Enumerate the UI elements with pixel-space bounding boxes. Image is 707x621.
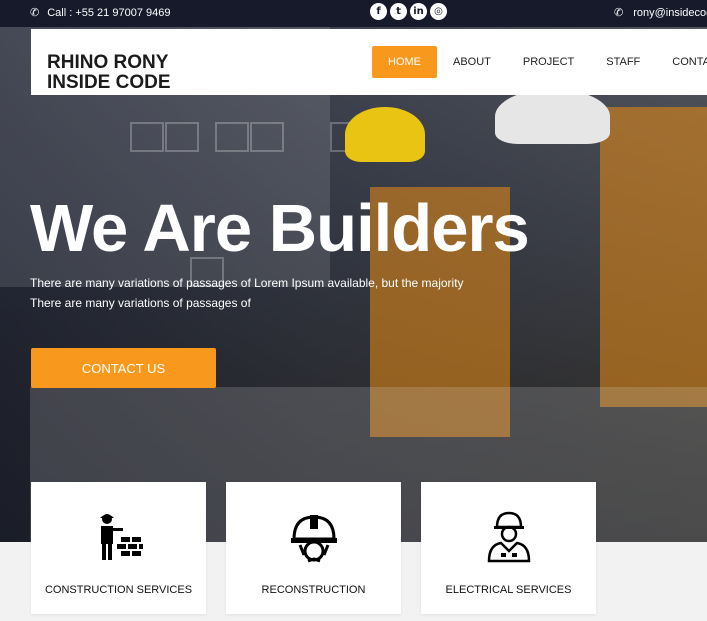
- phone-icon: ✆: [30, 7, 40, 19]
- phone-info: ✆ Call : +55 21 97007 9469: [30, 6, 171, 20]
- phone-number: Call : +55 21 97007 9469: [47, 6, 171, 19]
- nav-contact[interactable]: CONTACT: [656, 46, 707, 78]
- site-logo[interactable]: RHINO RONY INSIDE CODE: [47, 53, 171, 93]
- nav-project[interactable]: PROJECT: [507, 46, 590, 78]
- social-links: f t in ◎: [370, 3, 447, 20]
- facebook-icon[interactable]: f: [370, 3, 387, 20]
- email-info: ✆ rony@insidecode: [614, 6, 707, 20]
- logo-line-1: RHINO RONY: [47, 52, 169, 73]
- logo-line-2: INSIDE CODE: [47, 72, 171, 93]
- nav-about[interactable]: ABOUT: [437, 46, 507, 78]
- twitter-icon[interactable]: t: [390, 3, 407, 20]
- yellow-helmet: [345, 107, 425, 162]
- building-window: [250, 122, 284, 152]
- nav-staff[interactable]: STAFF: [590, 46, 656, 78]
- building-window: [165, 122, 199, 152]
- service-card-reconstruction[interactable]: RECONSTRUCTION: [226, 482, 401, 614]
- contact-us-button[interactable]: CONTACT US: [31, 348, 216, 388]
- hero-text-line-1: There are many variations of passages of…: [30, 276, 464, 290]
- instagram-icon[interactable]: ◎: [430, 3, 447, 20]
- email-address[interactable]: rony@insidecode: [633, 7, 707, 19]
- building-window: [215, 122, 249, 152]
- service-label: RECONSTRUCTION: [261, 584, 366, 596]
- site-header: RHINO RONY INSIDE CODE HOME ABOUT PROJEC…: [31, 29, 707, 95]
- linkedin-icon[interactable]: in: [410, 3, 427, 20]
- service-card-construction[interactable]: CONSTRUCTION SERVICES: [31, 482, 206, 614]
- service-label: CONSTRUCTION SERVICES: [44, 584, 193, 596]
- worker-bricks-icon: [91, 509, 147, 570]
- hero-text: There are many variations of passages of…: [30, 273, 464, 313]
- building-window: [130, 122, 164, 152]
- hero-text-line-2: There are many variations of passages of: [30, 296, 251, 310]
- worker-vest: [600, 107, 707, 407]
- hero-title: We Are Builders: [30, 191, 530, 266]
- main-nav: HOME ABOUT PROJECT STAFF CONTACT: [372, 46, 707, 78]
- helmet-gear-icon: [286, 509, 342, 570]
- engineer-icon: [481, 509, 537, 570]
- phone-icon: ✆: [614, 7, 624, 19]
- service-card-electrical[interactable]: ELECTRICAL SERVICES: [421, 482, 596, 614]
- nav-home[interactable]: HOME: [372, 46, 437, 78]
- top-bar: ✆ Call : +55 21 97007 9469 f t in ◎ ✆ ro…: [0, 0, 707, 27]
- service-label: ELECTRICAL SERVICES: [445, 584, 572, 596]
- white-helmet: [495, 89, 610, 144]
